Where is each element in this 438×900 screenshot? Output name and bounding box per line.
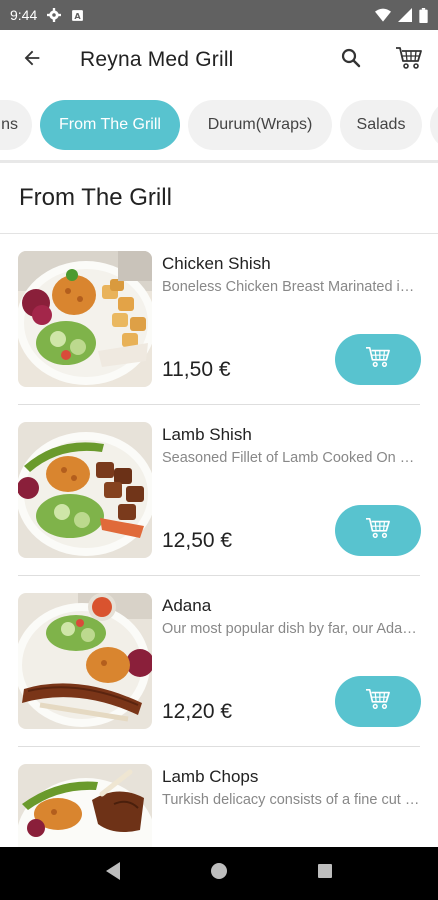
item-price: 11,50 €: [162, 358, 231, 381]
cart-button[interactable]: [380, 30, 438, 90]
category-tabs: ns From The Grill Durum(Wraps) Salads: [0, 90, 438, 160]
back-arrow-icon: [21, 47, 43, 74]
signal-icon: [398, 8, 412, 22]
status-time: 9:44: [10, 7, 38, 23]
add-to-cart-button[interactable]: [335, 505, 421, 556]
food-image: [18, 593, 152, 729]
nav-recents-button[interactable]: [305, 854, 345, 894]
item-description: Our most popular dish by far, our Adana …: [162, 621, 420, 637]
app-bar: Reyna Med Grill: [0, 30, 438, 90]
section-title: From The Grill: [19, 184, 172, 211]
search-button[interactable]: [322, 30, 380, 90]
item-name: Lamb Shish: [162, 425, 252, 444]
status-bar: 9:44 A: [0, 0, 438, 30]
back-button[interactable]: [0, 30, 64, 90]
item-description: Turkish delicacy consists of a fine cut …: [162, 792, 420, 808]
battery-icon: [419, 7, 428, 23]
item-description: Boneless Chicken Breast Marinated in our…: [162, 279, 420, 295]
add-to-cart-button[interactable]: [335, 334, 421, 385]
menu-item-list: Chicken Shish Boneless Chicken Breast Ma…: [0, 234, 438, 900]
nav-back-button[interactable]: [93, 854, 133, 894]
cart-icon: [365, 516, 391, 545]
triangle-back-icon: [104, 861, 122, 886]
nav-home-button[interactable]: [199, 854, 239, 894]
food-image: [18, 251, 152, 387]
category-chip-previous[interactable]: ns: [0, 100, 32, 150]
category-chip-durum-wraps[interactable]: Durum(Wraps): [188, 100, 332, 150]
item-name: Lamb Chops: [162, 767, 259, 786]
gear-icon: [47, 8, 62, 22]
circle-home-icon: [210, 862, 228, 885]
menu-item[interactable]: Lamb Shish Seasoned Fillet of Lamb Cooke…: [0, 405, 438, 576]
menu-item[interactable]: Adana Our most popular dish by far, our …: [0, 576, 438, 747]
category-chip-salads[interactable]: Salads: [340, 100, 422, 150]
category-divider: [0, 160, 438, 163]
item-price: 12,50 €: [162, 529, 233, 552]
page-title: Reyna Med Grill: [80, 48, 234, 71]
item-description: Seasoned Fillet of Lamb Cooked On Charco…: [162, 450, 420, 466]
square-recents-icon: [317, 863, 333, 884]
item-name: Chicken Shish: [162, 254, 271, 273]
item-name: Adana: [162, 596, 212, 615]
food-image: [18, 422, 152, 558]
search-icon: [339, 46, 363, 75]
cart-icon: [365, 345, 391, 374]
category-chip-next[interactable]: [430, 100, 438, 150]
category-chip-from-the-grill[interactable]: From The Grill: [40, 100, 180, 150]
cart-icon: [395, 45, 423, 76]
wifi-icon: [375, 8, 391, 22]
a-badge-icon: A: [71, 9, 84, 22]
category-chip-label: ns: [1, 116, 18, 133]
cart-icon: [365, 687, 391, 716]
item-price: 12,20 €: [162, 700, 233, 723]
menu-item[interactable]: Chicken Shish Boneless Chicken Breast Ma…: [0, 234, 438, 405]
system-nav-bar: [0, 847, 438, 900]
add-to-cart-button[interactable]: [335, 676, 421, 727]
svg-text:A: A: [75, 10, 82, 20]
category-chip-label: Durum(Wraps): [207, 116, 313, 133]
category-chip-label: From The Grill: [59, 116, 161, 133]
category-chip-label: Salads: [356, 116, 406, 133]
